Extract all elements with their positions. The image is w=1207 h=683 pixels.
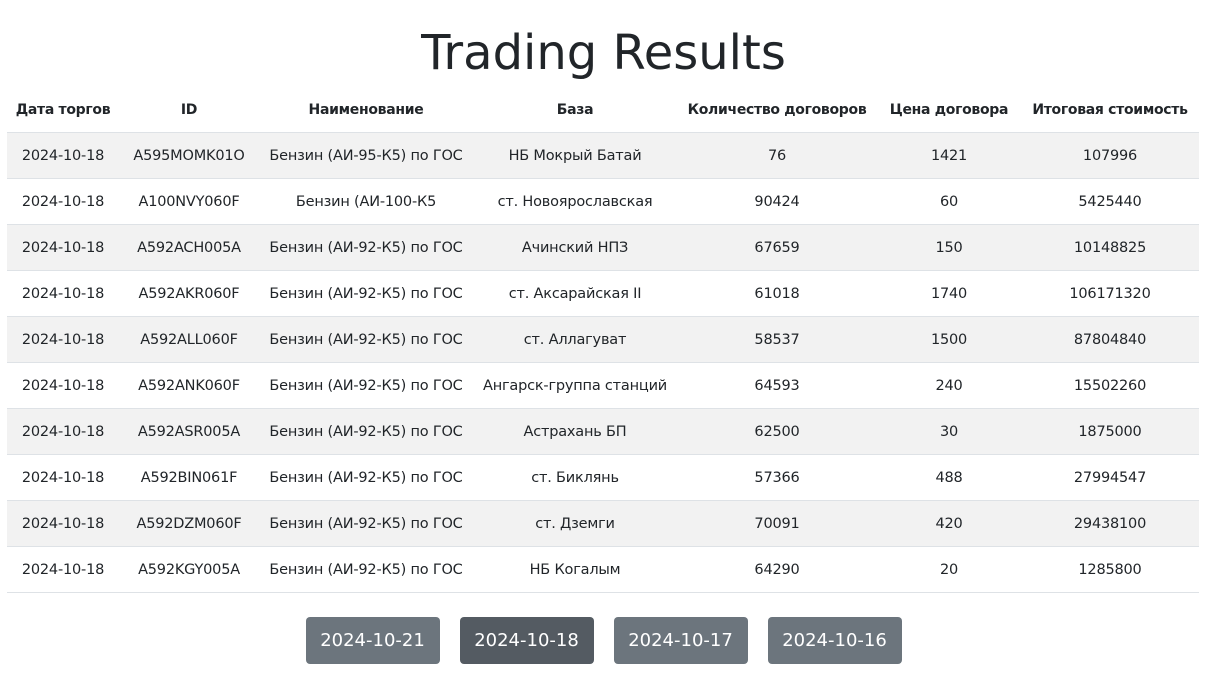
name-cell: Бензин (АИ-100-К5 [259,178,473,225]
column-header-id: ID [119,88,259,133]
base-cell: Ачинский НПЗ [473,224,677,271]
trade-date-cell: 2024-10-18 [7,500,119,547]
table-row: 2024-10-18 A592ASR005A Бензин (АИ-92-К5) п… [7,408,1199,455]
contract-count-cell: 57366 [677,454,877,501]
date-button-2024-10-21[interactable]: 2024-10-21 [305,617,440,664]
base-cell: ст. Биклянь [473,454,677,501]
results-table: Дата торгов ID Наименование База Количес… [7,88,1199,593]
name-cell: Бензин (АИ-92-К5) по ГОС [259,500,473,547]
table-row: 2024-10-18 A100NVY060F Бензин (АИ-100-К5 ст… [7,178,1199,225]
base-cell: ст. Дземги [473,500,677,547]
id-cell: A592ANK060F [119,362,259,409]
contract-price-cell: 20 [877,546,1021,593]
contract-price-cell: 488 [877,454,1021,501]
name-cell: Бензин (АИ-95-К5) по ГОС [259,132,473,179]
base-cell: ст. Новоярославская [473,178,677,225]
contract-count-cell: 70091 [677,500,877,547]
base-cell: Ангарск-группа станций [473,362,677,409]
contract-price-cell: 60 [877,178,1021,225]
table-row: 2024-10-18 A592DZM060F Бензин (АИ-92-К5) п… [7,500,1199,547]
id-cell: A595MOMK01O [119,132,259,179]
column-header-contract-count: Количество договоров [677,88,877,133]
contract-count-cell: 90424 [677,178,877,225]
name-cell: Бензин (АИ-92-К5) по ГОС [259,546,473,593]
trade-date-cell: 2024-10-18 [7,408,119,455]
contract-count-cell: 62500 [677,408,877,455]
id-cell: A100NVY060F [119,178,259,225]
name-cell: Бензин (АИ-92-К5) по ГОС [259,270,473,317]
contract-price-cell: 150 [877,224,1021,271]
contract-count-cell: 58537 [677,316,877,363]
contract-count-cell: 76 [677,132,877,179]
table-header: Дата торгов ID Наименование База Количес… [7,88,1199,133]
page-title: Trading Results [421,25,786,81]
column-header-base: База [473,88,677,133]
contract-price-cell: 420 [877,500,1021,547]
id-cell: A592AKR060F [119,270,259,317]
contract-count-cell: 67659 [677,224,877,271]
contract-count-cell: 64593 [677,362,877,409]
name-cell: Бензин (АИ-92-К5) по ГОС [259,224,473,271]
base-cell: Астрахань БП [473,408,677,455]
column-header-trade-date: Дата торгов [7,88,119,133]
date-button-2024-10-17[interactable]: 2024-10-17 [613,617,748,664]
table-row: 2024-10-18 A592AKR060F Бензин (АИ-92-К5) п… [7,270,1199,317]
trade-date-cell: 2024-10-18 [7,132,119,179]
table-body: 2024-10-18 A595MOMK01O Бензин (АИ-95-К5) п… [7,132,1199,593]
base-cell: НБ Мокрый Батай [473,132,677,179]
trade-date-cell: 2024-10-18 [7,224,119,271]
trade-date-cell: 2024-10-18 [7,454,119,501]
trade-date-cell: 2024-10-18 [7,546,119,593]
trade-date-cell: 2024-10-18 [7,270,119,317]
contract-count-cell: 64290 [677,546,877,593]
id-cell: A592KGY005A [119,546,259,593]
column-header-contract-price: Цена договора [877,88,1021,133]
base-cell: НБ Когалым [473,546,677,593]
total-cost-cell: 27994547 [1021,454,1199,501]
base-cell: ст. Аллагуват [473,316,677,363]
contract-price-cell: 1500 [877,316,1021,363]
trade-date-cell: 2024-10-18 [7,316,119,363]
name-cell: Бензин (АИ-92-К5) по ГОС [259,362,473,409]
contract-price-cell: 1740 [877,270,1021,317]
total-cost-cell: 5425440 [1021,178,1199,225]
base-cell: ст. Аксарайская II [473,270,677,317]
date-button-2024-10-18[interactable]: 2024-10-18 [459,617,594,664]
trade-date-cell: 2024-10-18 [7,362,119,409]
total-cost-cell: 10148825 [1021,224,1199,271]
table-row: 2024-10-18 A592ANK060F Бензин (АИ-92-К5) п… [7,362,1199,409]
id-cell: A592ACH005A [119,224,259,271]
page: Trading Results Дата торгов ID Наименова… [0,0,1207,683]
id-cell: A592BIN061F [119,454,259,501]
total-cost-cell: 1285800 [1021,546,1199,593]
table-row: 2024-10-18 A595MOMK01O Бензин (АИ-95-К5) п… [7,132,1199,179]
date-pagination: 2024-10-21 2024-10-18 2024-10-17 2024-10-16 [0,617,1207,664]
results-table-container: Дата торгов ID Наименование База Количес… [7,88,1199,593]
table-row: 2024-10-18 A592KGY005A Бензин (АИ-92-К5) п… [7,546,1199,593]
contract-price-cell: 30 [877,408,1021,455]
total-cost-cell: 29438100 [1021,500,1199,547]
total-cost-cell: 1875000 [1021,408,1199,455]
total-cost-cell: 107996 [1021,132,1199,179]
id-cell: A592ASR005A [119,408,259,455]
trade-date-cell: 2024-10-18 [7,178,119,225]
total-cost-cell: 87804840 [1021,316,1199,363]
total-cost-cell: 106171320 [1021,270,1199,317]
column-header-total-cost: Итоговая стоимость [1021,88,1199,133]
contract-price-cell: 1421 [877,132,1021,179]
name-cell: Бензин (АИ-92-К5) по ГОС [259,454,473,501]
date-button-2024-10-16[interactable]: 2024-10-16 [767,617,902,664]
table-row: 2024-10-18 A592BIN061F Бензин (АИ-92-К5) п… [7,454,1199,501]
contract-count-cell: 61018 [677,270,877,317]
total-cost-cell: 15502260 [1021,362,1199,409]
header-row: Дата торгов ID Наименование База Количес… [7,88,1199,133]
name-cell: Бензин (АИ-92-К5) по ГОС [259,316,473,363]
name-cell: Бензин (АИ-92-К5) по ГОС [259,408,473,455]
contract-price-cell: 240 [877,362,1021,409]
table-row: 2024-10-18 A592ACH005A Бензин (АИ-92-К5) п… [7,224,1199,271]
id-cell: A592DZM060F [119,500,259,547]
id-cell: A592ALL060F [119,316,259,363]
column-header-name: Наименование [259,88,473,133]
table-row: 2024-10-18 A592ALL060F Бензин (АИ-92-К5) п… [7,316,1199,363]
